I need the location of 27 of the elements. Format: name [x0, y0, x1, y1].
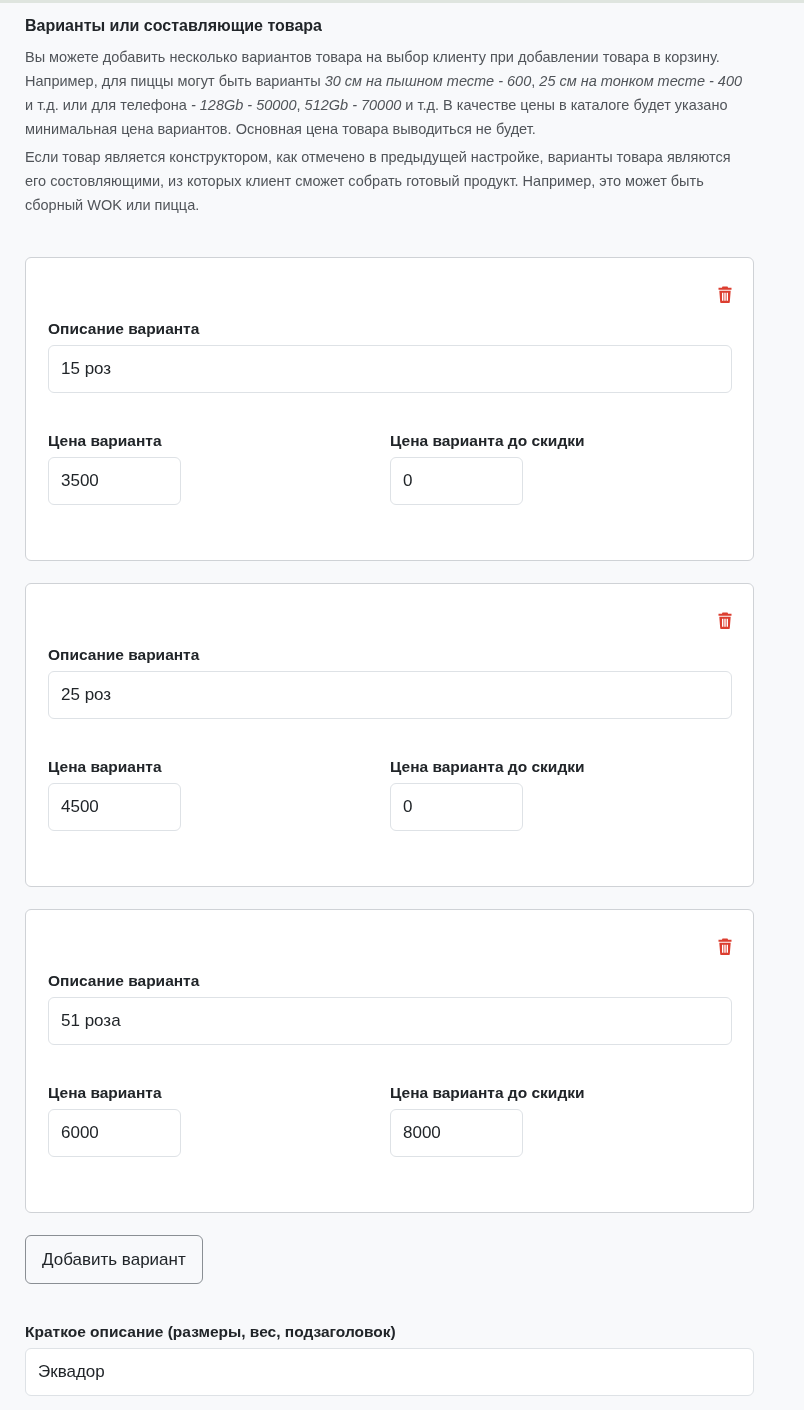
description-field[interactable]: 51 роза	[48, 997, 732, 1045]
price-field[interactable]: 6000	[48, 1109, 181, 1157]
field-label: Описание варианта	[48, 645, 201, 665]
description-paragraph: Если товар является конструктором, как отмечено в предыдущей настройке, варианты товара являются его состовляющими, из которых клиент сможет собрать готовый продукт. Например, это может быть сборный WOK или пицца.	[25, 148, 732, 215]
description-field[interactable]: 15 роз	[48, 345, 732, 393]
field-label: Описание варианта	[48, 319, 201, 339]
description-field[interactable]: 25 роз	[48, 671, 732, 719]
trash-icon[interactable]	[718, 286, 732, 303]
field-label: Цена варианта до скидки	[390, 431, 586, 451]
field-label: Цена варианта	[48, 757, 163, 777]
add-variant-button[interactable]: Добавить вариант	[25, 1235, 203, 1284]
field-label: Цена варианта до скидки	[390, 1083, 586, 1103]
section-title: Варианты или составляющие товара	[25, 16, 323, 36]
field-label: Цена варианта до скидки	[390, 757, 586, 777]
description-paragraph: Вы можете добавить несколько вариантов товара на выбор клиенту при добавлении товара в корзину. Например, для пиццы могут быть варианты 30 см на пышном тесте - 600, 25 см на тонком тесте - 400 и т.д. или для телефона - 128Gb - 50000, 512Gb - 70000 и т.д. В качестве цены в каталоге будет указано минимальная цена вариантов. Основная цена товара выводиться не будет.	[25, 48, 744, 139]
trash-icon[interactable]	[718, 938, 732, 955]
field-label: Описание варианта	[48, 971, 201, 991]
old-price-field[interactable]: 0	[390, 783, 523, 831]
old-price-field[interactable]: 8000	[390, 1109, 523, 1157]
old-price-field[interactable]: 0	[390, 457, 523, 505]
field-label: Цена варианта	[48, 1083, 163, 1103]
short-description-field[interactable]: Эквадор	[25, 1348, 754, 1396]
trash-icon[interactable]	[718, 612, 732, 629]
field-label: Цена варианта	[48, 431, 163, 451]
price-field[interactable]: 3500	[48, 457, 181, 505]
price-field[interactable]: 4500	[48, 783, 181, 831]
field-label: Краткое описание (размеры, вес, подзаголовок)	[25, 1322, 397, 1342]
